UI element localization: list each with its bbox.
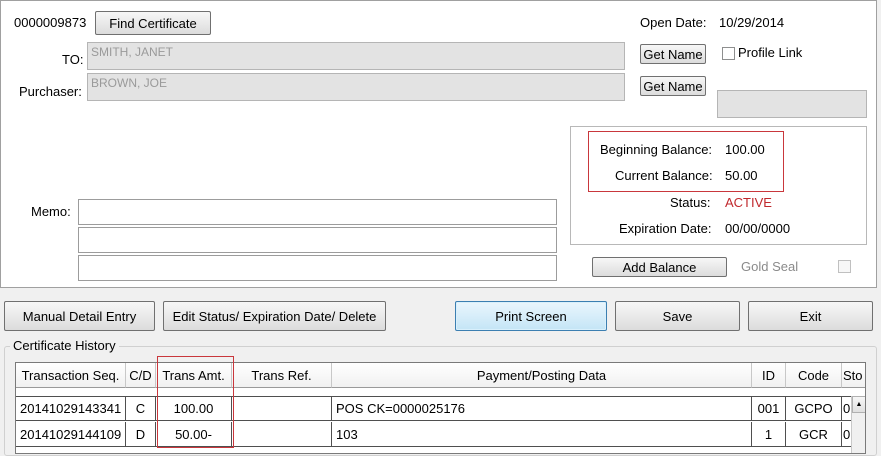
purchaser-name-field[interactable]: BROWN, JOE	[87, 73, 625, 101]
column-header-transaction-seq[interactable]: Transaction Seq.	[16, 363, 126, 388]
certificate-history-title: Certificate History	[10, 338, 119, 354]
table-row-1-posting-data[interactable]: POS CK=0000025176	[332, 396, 752, 421]
memo-line-1-input[interactable]	[78, 199, 557, 225]
certificate-history-grid: Transaction Seq. C/D Trans Amt. Trans Re…	[15, 362, 866, 454]
edit-status-expiration-delete-button[interactable]: Edit Status/ Expiration Date/ Delete	[163, 301, 386, 331]
certificate-number: 0000009873	[14, 15, 87, 30]
add-balance-button[interactable]: Add Balance	[592, 257, 727, 277]
expiration-date-value: 00/00/0000	[725, 221, 791, 236]
table-row-2-cd[interactable]: D	[126, 422, 156, 447]
table-row-1-id[interactable]: 001	[752, 396, 786, 421]
to-get-name-button[interactable]: Get Name	[640, 44, 706, 64]
purchaser-label: Purchaser:	[19, 84, 82, 99]
open-date-label: Open Date:	[640, 15, 707, 30]
profile-link-label: Profile Link	[738, 45, 803, 60]
status-value: ACTIVE	[725, 195, 772, 210]
beginning-balance-value: 100.00	[725, 142, 765, 157]
gold-seal-label: Gold Seal	[741, 259, 799, 274]
table-row-1-cd[interactable]: C	[126, 396, 156, 421]
status-label: Status:	[670, 195, 711, 210]
trans-amt-highlight-box	[157, 356, 234, 448]
table-row-2-id[interactable]: 1	[752, 422, 786, 447]
column-header-payment-posting-data[interactable]: Payment/Posting Data	[332, 363, 752, 388]
current-balance-label: Current Balance:	[615, 168, 713, 183]
table-row-1-code[interactable]: GCPO	[786, 396, 842, 421]
column-header-trans-ref[interactable]: Trans Ref.	[232, 363, 332, 388]
expiration-date-label: Expiration Date:	[619, 221, 712, 236]
to-name-field[interactable]: SMITH, JANET	[87, 42, 625, 70]
column-header-code[interactable]: Code	[786, 363, 842, 388]
history-vertical-scrollbar[interactable]: ▲	[851, 396, 865, 453]
memo-label: Memo:	[31, 204, 71, 219]
memo-line-3-input[interactable]	[78, 255, 557, 281]
to-label: TO:	[62, 52, 84, 67]
beginning-balance-label: Beginning Balance:	[600, 142, 713, 157]
column-header-store[interactable]: Sto	[842, 363, 865, 388]
table-row-2-ref[interactable]	[232, 422, 332, 447]
purchaser-get-name-button[interactable]: Get Name	[640, 76, 706, 96]
table-row-2-seq[interactable]: 20141029144109	[16, 422, 126, 447]
table-row-2-posting-data[interactable]: 103	[332, 422, 752, 447]
table-row-1-seq[interactable]: 20141029143341	[16, 396, 126, 421]
print-screen-button[interactable]: Print Screen	[455, 301, 607, 331]
table-row-1-ref[interactable]	[232, 396, 332, 421]
gold-seal-checkbox[interactable]	[838, 260, 851, 273]
exit-button[interactable]: Exit	[748, 301, 873, 331]
scroll-up-arrow-icon[interactable]: ▲	[852, 396, 865, 413]
table-row-2-code[interactable]: GCR	[786, 422, 842, 447]
memo-line-2-input[interactable]	[78, 227, 557, 253]
column-header-cd[interactable]: C/D	[126, 363, 156, 388]
save-button[interactable]: Save	[615, 301, 740, 331]
manual-detail-entry-button[interactable]: Manual Detail Entry	[4, 301, 155, 331]
column-header-id[interactable]: ID	[752, 363, 786, 388]
profile-link-field[interactable]	[717, 90, 867, 118]
open-date-value: 10/29/2014	[719, 15, 785, 30]
profile-link-checkbox[interactable]	[722, 47, 735, 60]
find-certificate-button[interactable]: Find Certificate	[95, 11, 211, 35]
current-balance-value: 50.00	[725, 168, 758, 183]
